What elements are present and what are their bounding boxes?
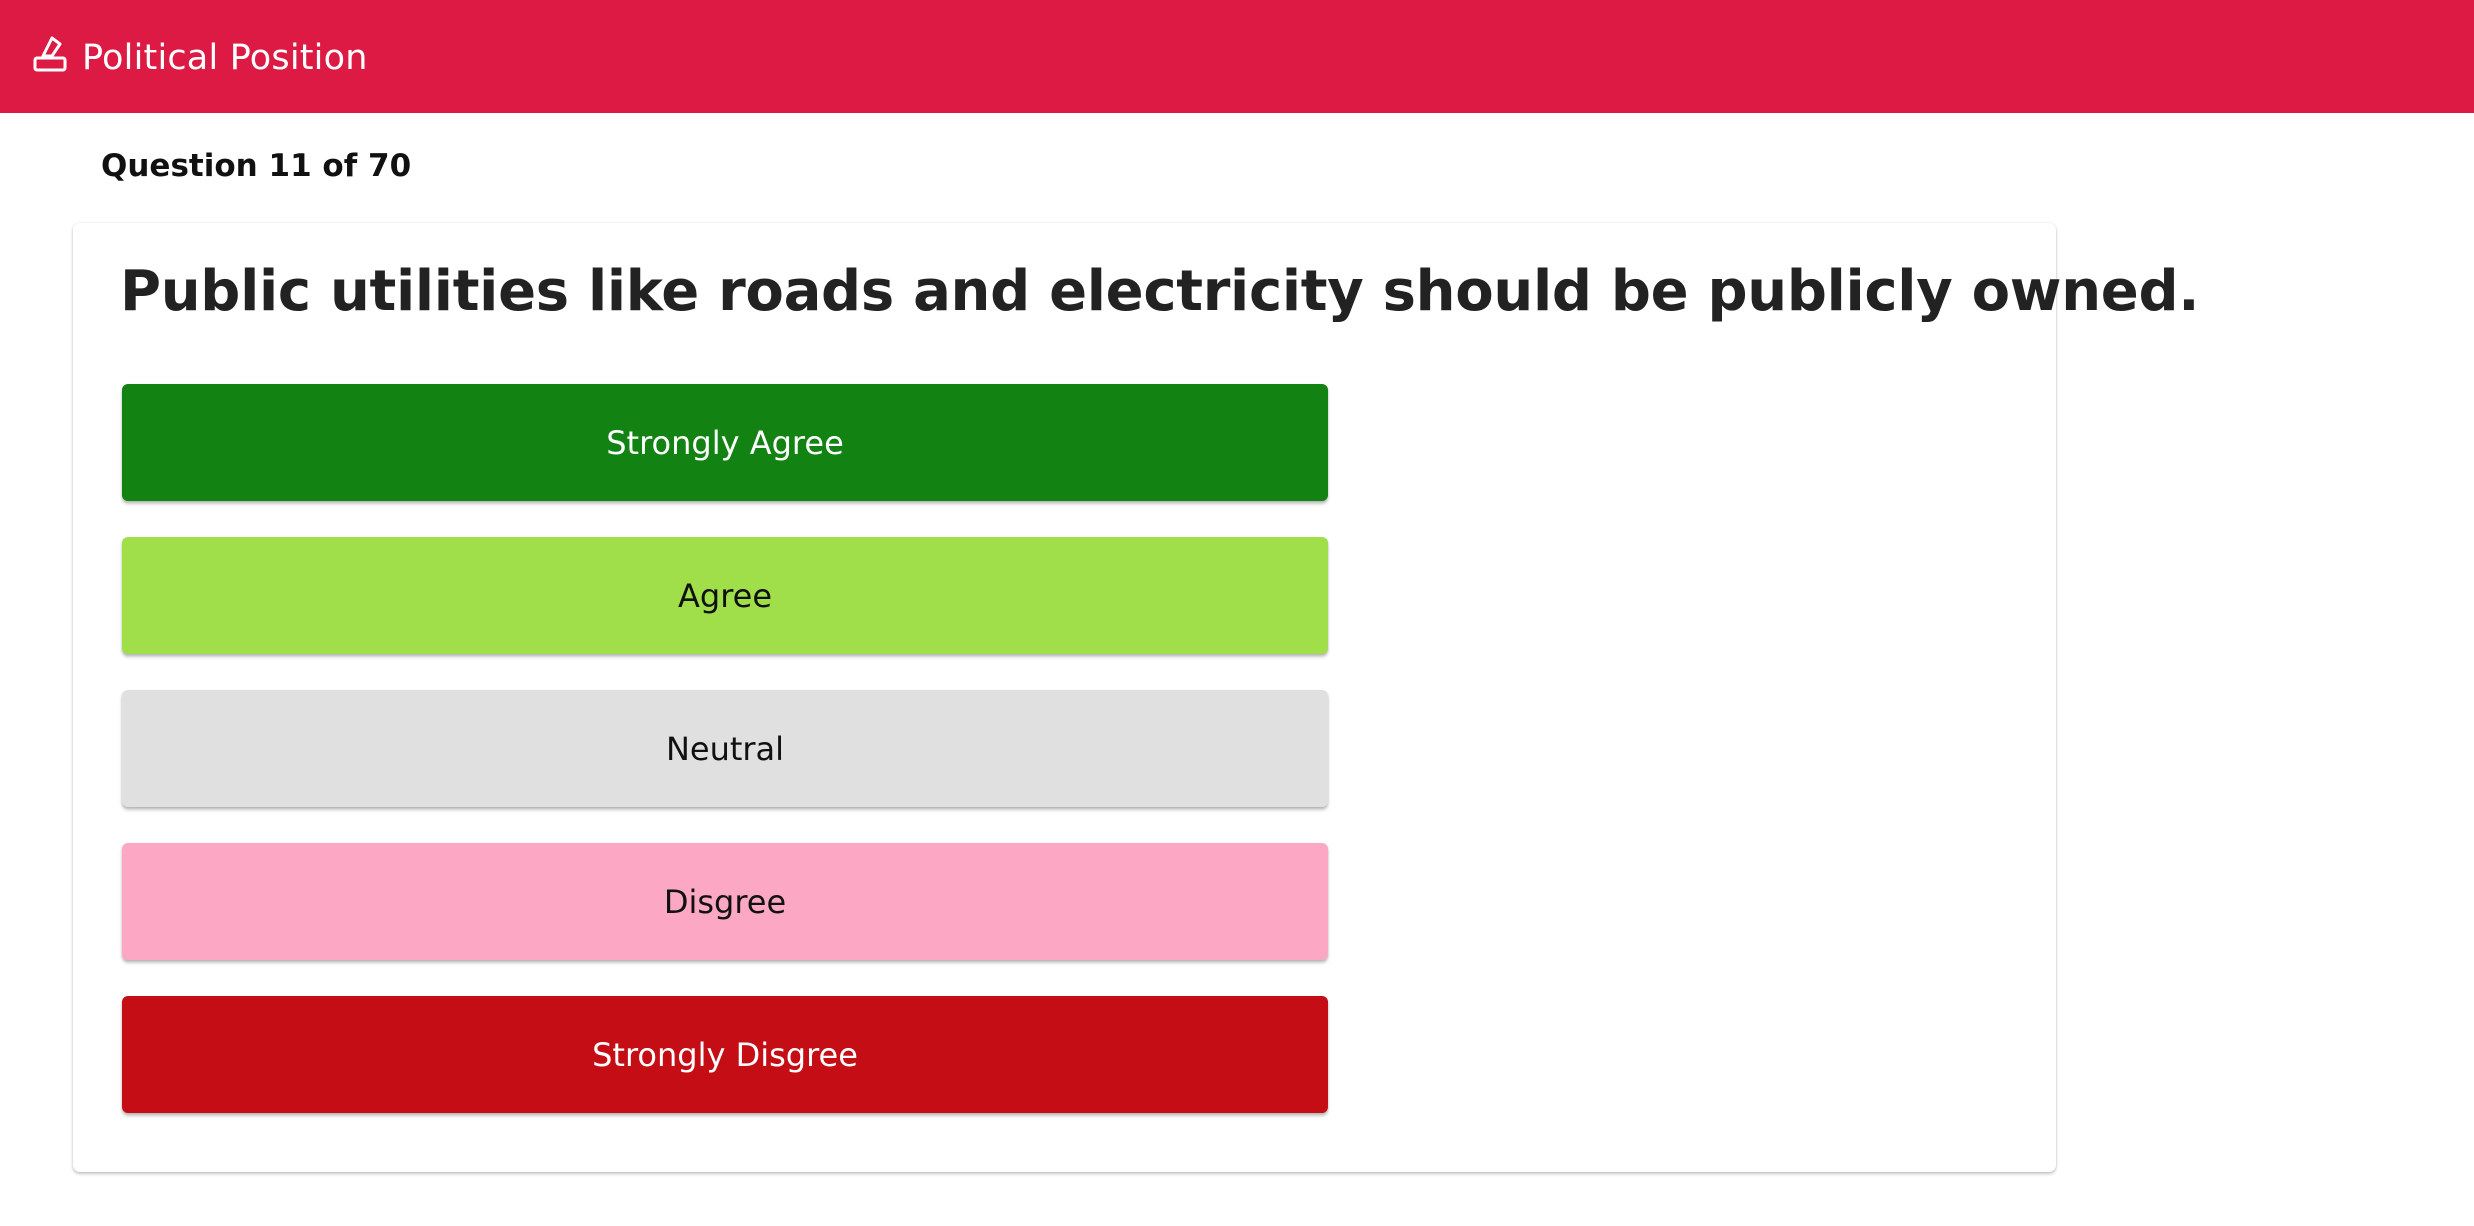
ballot-icon — [32, 34, 68, 74]
strongly-agree-button[interactable]: Strongly Agree — [122, 384, 1328, 501]
answer-list: Strongly Agree Agree Neutral Disgree Str… — [122, 384, 1328, 1113]
neutral-button[interactable]: Neutral — [122, 690, 1328, 807]
disagree-button[interactable]: Disgree — [122, 843, 1328, 960]
question-progress: Question 11 of 70 — [101, 148, 412, 184]
app-title: Political Position — [82, 37, 368, 78]
strongly-disagree-button[interactable]: Strongly Disgree — [122, 996, 1328, 1113]
question-card: Public utilities like roads and electric… — [73, 223, 2200, 1172]
question-text: Public utilities like roads and electric… — [120, 259, 2200, 324]
app-bar: Political Position — [0, 0, 2474, 113]
agree-button[interactable]: Agree — [122, 537, 1328, 654]
